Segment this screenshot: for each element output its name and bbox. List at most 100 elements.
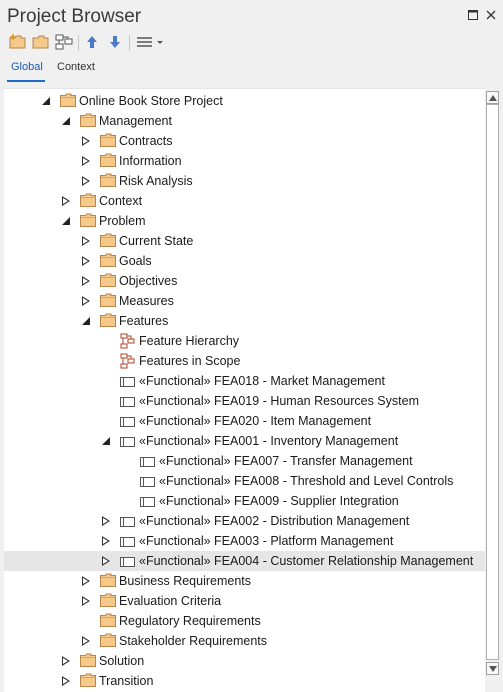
tree-row[interactable]: Stakeholder Requirements: [4, 631, 485, 651]
tree-item-label: Solution: [99, 654, 145, 668]
tree-row[interactable]: «Functional» FEA009 - Supplier Integrati…: [4, 491, 485, 511]
tree-item-label: «Functional» FEA008 - Threshold and Leve…: [159, 474, 454, 488]
folder-icon: [60, 93, 76, 109]
tree-item-label: «Functional» FEA007 - Transfer Managemen…: [159, 454, 413, 468]
new-model-button[interactable]: [8, 32, 28, 52]
folder-icon: [100, 173, 116, 189]
expand-toggle-icon[interactable]: [82, 156, 90, 166]
tree-row[interactable]: Goals: [4, 251, 485, 271]
expand-toggle-icon[interactable]: [102, 556, 110, 566]
tree-item-label: Feature Hierarchy: [139, 334, 240, 348]
tree-row[interactable]: «Functional» FEA001 - Inventory Manageme…: [4, 431, 485, 451]
expand-toggle-icon[interactable]: [82, 136, 90, 146]
menu-button[interactable]: [134, 32, 166, 52]
feature-element-icon: [120, 555, 136, 571]
window-title: Project Browser: [7, 6, 142, 27]
folder-icon: [100, 313, 116, 329]
tree-item-label: Evaluation Criteria: [119, 594, 222, 608]
tree-row[interactable]: Problem: [4, 211, 485, 231]
expand-toggle-icon[interactable]: [102, 516, 110, 526]
tree-row[interactable]: «Functional» FEA004 - Customer Relations…: [4, 551, 485, 571]
tree-row[interactable]: Management: [4, 111, 485, 131]
expand-toggle-icon[interactable]: [82, 276, 90, 286]
expand-toggle-icon[interactable]: [62, 196, 70, 206]
scrollbar-thumb[interactable]: [486, 104, 499, 660]
expand-toggle-icon[interactable]: [82, 636, 90, 646]
collapse-toggle-icon[interactable]: [62, 217, 70, 225]
scroll-down-button[interactable]: [486, 662, 499, 675]
maximize-icon[interactable]: [466, 8, 480, 22]
expand-toggle-icon[interactable]: [62, 676, 70, 686]
collapse-toggle-icon[interactable]: [42, 97, 50, 105]
tree-row[interactable]: «Functional» FEA019 - Human Resources Sy…: [4, 391, 485, 411]
folder-icon: [100, 593, 116, 609]
tree-row[interactable]: «Functional» FEA002 - Distribution Manag…: [4, 511, 485, 531]
collapse-toggle-icon[interactable]: [102, 437, 110, 445]
feature-element-icon: [140, 495, 156, 511]
tree-item-label: Online Book Store Project: [79, 94, 223, 108]
tree-row[interactable]: «Functional» FEA008 - Threshold and Leve…: [4, 471, 485, 491]
scroll-up-button[interactable]: [486, 91, 499, 104]
tree-row[interactable]: Features: [4, 311, 485, 331]
close-icon[interactable]: [484, 8, 498, 22]
expand-toggle-icon[interactable]: [82, 236, 90, 246]
tree-row[interactable]: Regulatory Requirements: [4, 611, 485, 631]
active-tab-indicator: [7, 80, 45, 82]
tree-item-label: Management: [99, 114, 172, 128]
expand-toggle-icon[interactable]: [82, 596, 90, 606]
tree-row[interactable]: «Functional» FEA003 - Platform Managemen…: [4, 531, 485, 551]
tree-row[interactable]: «Functional» FEA007 - Transfer Managemen…: [4, 451, 485, 471]
tree-item-label: «Functional» FEA019 - Human Resources Sy…: [139, 394, 419, 408]
expand-toggle-icon[interactable]: [82, 256, 90, 266]
tree-row[interactable]: Transition: [4, 671, 485, 691]
toolbar-separator: [129, 35, 130, 51]
tree-row[interactable]: Current State: [4, 231, 485, 251]
folder-icon: [80, 193, 96, 209]
tree-item-label: «Functional» FEA009 - Supplier Integrati…: [159, 494, 399, 508]
project-tree[interactable]: Online Book Store Project Management Contr…: [4, 88, 485, 692]
expand-toggle-icon[interactable]: [82, 176, 90, 186]
new-diagram-button[interactable]: [54, 32, 74, 52]
vertical-scrollbar[interactable]: [485, 89, 500, 691]
move-down-button[interactable]: [105, 32, 125, 52]
expand-toggle-icon[interactable]: [82, 296, 90, 306]
tree-row[interactable]: «Functional» FEA018 - Market Management: [4, 371, 485, 391]
expand-toggle-icon[interactable]: [62, 656, 70, 666]
collapse-toggle-icon[interactable]: [62, 117, 70, 125]
folder-icon: [100, 573, 116, 589]
tree-row[interactable]: Contracts: [4, 131, 485, 151]
tab-bar: Global Context: [0, 58, 503, 84]
tree-row[interactable]: Feature Hierarchy: [4, 331, 485, 351]
expand-toggle-icon[interactable]: [82, 576, 90, 586]
tree-row[interactable]: Risk Analysis: [4, 171, 485, 191]
collapse-toggle-icon[interactable]: [82, 317, 90, 325]
feature-element-icon: [120, 395, 136, 411]
tree-item-label: Regulatory Requirements: [119, 614, 261, 628]
tree-item-label: «Functional» FEA002 - Distribution Manag…: [139, 514, 410, 528]
feature-element-icon: [120, 435, 136, 451]
tree-item-label: Transition: [99, 674, 154, 688]
folder-icon: [100, 633, 116, 649]
toolbar: [0, 32, 503, 54]
expand-toggle-icon[interactable]: [102, 536, 110, 546]
tree-row[interactable]: Features in Scope: [4, 351, 485, 371]
tab-global[interactable]: Global: [11, 61, 43, 73]
move-up-button[interactable]: [82, 32, 102, 52]
diagram-icon: [55, 34, 73, 50]
tree-row[interactable]: Measures: [4, 291, 485, 311]
tree-row[interactable]: «Functional» FEA020 - Item Management: [4, 411, 485, 431]
arrow-down-icon: [110, 36, 120, 48]
feature-element-icon: [140, 475, 156, 491]
tree-row[interactable]: Solution: [4, 651, 485, 671]
tree-row[interactable]: Objectives: [4, 271, 485, 291]
new-package-button[interactable]: [31, 32, 51, 52]
tree-row[interactable]: Evaluation Criteria: [4, 591, 485, 611]
tree-item-label: Goals: [119, 254, 152, 268]
tree-row[interactable]: Context: [4, 191, 485, 211]
tree-row[interactable]: Business Requirements: [4, 571, 485, 591]
feature-element-icon: [120, 415, 136, 431]
tree-row[interactable]: Online Book Store Project: [4, 91, 485, 111]
tab-context[interactable]: Context: [57, 61, 95, 73]
tree-item-label: Context: [99, 194, 143, 208]
tree-row[interactable]: Information: [4, 151, 485, 171]
